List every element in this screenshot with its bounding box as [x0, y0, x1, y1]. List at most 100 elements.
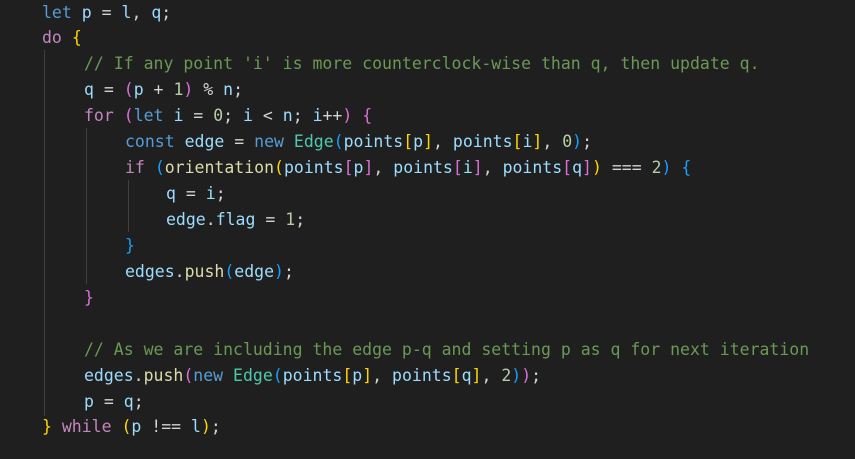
code-token: if	[125, 158, 145, 177]
code-token: 0	[213, 106, 224, 125]
code-token: ;	[161, 3, 172, 22]
code-token: // If any point 'i' is more counterclock…	[84, 54, 760, 73]
indent-guide-1	[44, 50, 45, 416]
code-token: flag	[215, 210, 256, 229]
code-token: points	[283, 158, 344, 177]
code-token: ]	[582, 158, 592, 177]
code-token: ;	[295, 210, 306, 229]
code-token: p	[131, 417, 142, 436]
code-token: do	[42, 28, 62, 47]
code-token: 1	[285, 210, 296, 229]
code-token: )	[661, 158, 672, 177]
code-line[interactable]: q = (p + 1) % n;	[84, 77, 243, 103]
code-line[interactable]: }	[84, 285, 94, 311]
code-token: ++	[322, 106, 343, 125]
code-token: )	[274, 262, 284, 281]
code-token: n	[223, 80, 234, 99]
code-token: .	[133, 366, 144, 385]
code-token: ;	[233, 80, 243, 99]
code-token: (	[123, 80, 134, 99]
code-token: [	[342, 366, 353, 385]
code-line[interactable]: edges.push(edge);	[125, 259, 294, 285]
code-token: ,	[433, 132, 453, 151]
code-token: ,	[131, 3, 152, 22]
code-line[interactable]: p = q;	[84, 389, 144, 415]
code-token: =	[175, 184, 206, 203]
code-token: =	[224, 132, 255, 151]
code-line[interactable]: edges.push(new Edge(points[p], points[q]…	[84, 363, 541, 389]
code-token: 1	[173, 80, 184, 99]
code-token: push	[143, 366, 184, 385]
code-token: ;	[283, 262, 294, 281]
code-token: .	[174, 262, 185, 281]
code-line[interactable]: for (let i = 0; i < n; i++) {	[84, 103, 372, 129]
code-token: [	[451, 366, 462, 385]
code-token: [	[403, 132, 414, 151]
code-token: (	[274, 158, 284, 177]
code-token: ===	[601, 158, 652, 177]
code-line[interactable]: // As we are including the edge p-q and …	[84, 337, 809, 363]
code-token: points	[393, 158, 453, 177]
code-token: [	[562, 158, 573, 177]
code-line[interactable]: const edge = new Edge(points[p], points[…	[125, 129, 592, 155]
code-editor[interactable]: let p = l, q; do {// If any point 'i' is …	[0, 0, 855, 459]
code-token: Edge	[233, 366, 273, 385]
code-token: let	[133, 106, 164, 125]
code-token: [	[343, 158, 354, 177]
code-token: )	[200, 417, 211, 436]
indent-guide-2	[86, 128, 87, 284]
code-token: ]	[472, 158, 483, 177]
code-token: i	[243, 106, 253, 125]
code-line[interactable]: q = i;	[166, 181, 226, 207]
code-token: points	[282, 366, 343, 385]
code-line[interactable]: }	[125, 233, 135, 259]
code-token: %	[193, 80, 224, 99]
code-line[interactable]: // If any point 'i' is more counterclock…	[84, 51, 760, 77]
code-token: push	[184, 262, 225, 281]
code-token: =	[93, 80, 124, 99]
code-token: ,	[372, 366, 393, 385]
code-token: ;	[582, 132, 593, 151]
code-line[interactable]: if (orientation(points[p], points[i], po…	[125, 155, 691, 181]
code-token: q	[461, 366, 472, 385]
code-token: (	[123, 106, 134, 125]
code-token: [	[512, 132, 523, 151]
code-token: points	[392, 366, 452, 385]
code-token: p	[84, 392, 94, 411]
code-line[interactable]: } while (p !== l);	[42, 414, 221, 440]
code-token: let	[42, 3, 72, 22]
code-token: }	[125, 236, 135, 255]
indent-guide-3	[128, 180, 129, 232]
code-line[interactable]: let p = l, q;	[42, 0, 171, 26]
code-token: +	[143, 80, 174, 99]
code-token: (	[121, 417, 132, 436]
code-token: points	[502, 158, 563, 177]
code-token: <	[252, 106, 283, 125]
code-token: i	[522, 132, 533, 151]
code-token: =	[255, 210, 286, 229]
code-token: (	[333, 132, 344, 151]
code-token: )	[521, 366, 532, 385]
code-token: 0	[562, 132, 573, 151]
code-token: new	[254, 132, 284, 151]
code-token: const	[125, 132, 175, 151]
code-line[interactable]: do {	[42, 25, 82, 51]
code-token: l	[121, 3, 132, 22]
code-token: edge	[234, 262, 275, 281]
code-token: q	[166, 184, 176, 203]
code-token: )	[572, 132, 583, 151]
code-token: !==	[141, 417, 192, 436]
code-token: // As we are including the edge p-q and …	[84, 340, 810, 359]
code-token: i	[312, 106, 323, 125]
code-token: edges	[125, 262, 175, 281]
code-line[interactable]: edge.flag = 1;	[166, 207, 305, 233]
code-token: =	[183, 106, 214, 125]
